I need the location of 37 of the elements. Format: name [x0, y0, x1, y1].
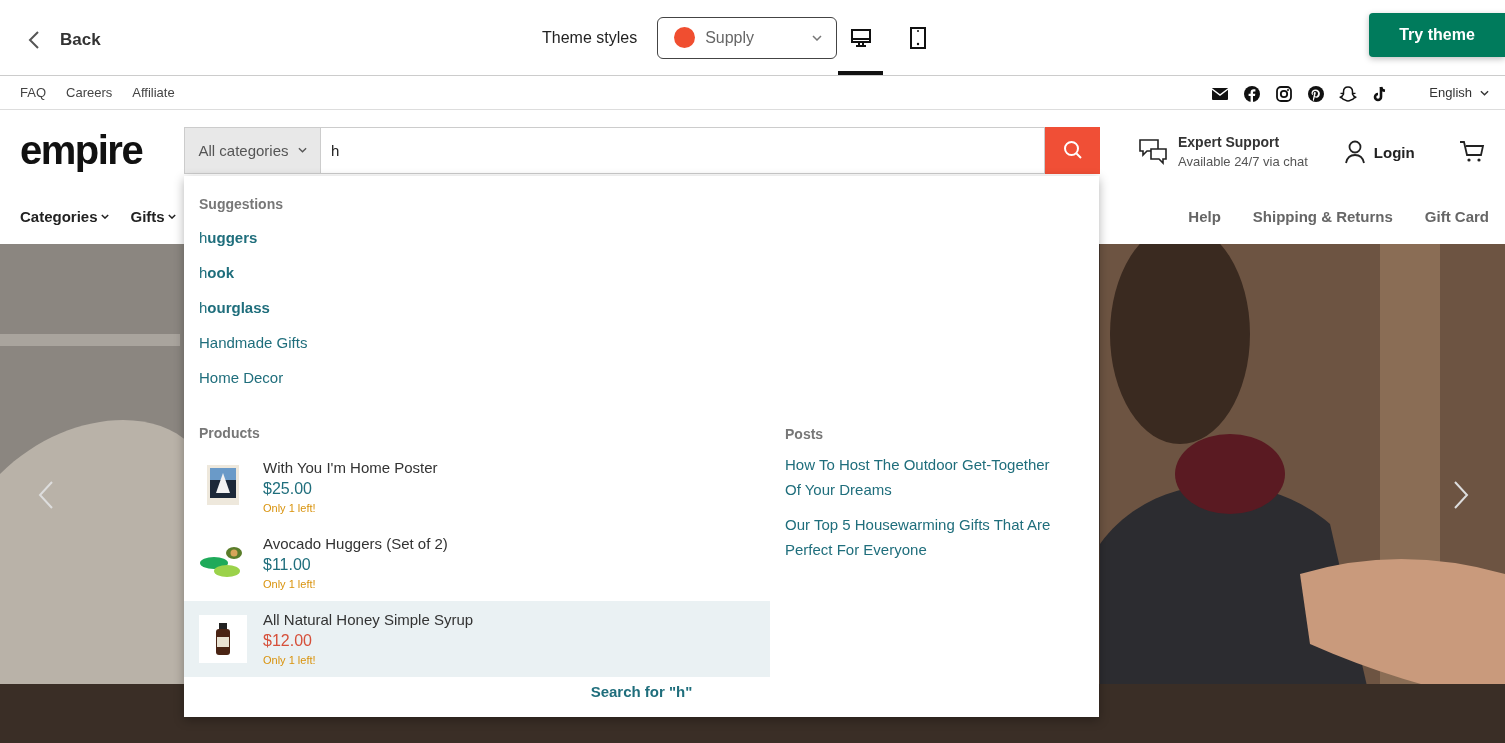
- theme-select[interactable]: Supply: [657, 16, 838, 59]
- nav-menu[interactable]: Categories: [20, 207, 109, 225]
- chat-bubbles-icon: [1138, 137, 1168, 167]
- facebook-icon[interactable]: [1243, 84, 1262, 103]
- caret-icon: [167, 213, 176, 219]
- desktop-icon: [850, 28, 871, 48]
- support-title: Expert Support: [1178, 133, 1281, 152]
- pinterest-icon[interactable]: [1307, 84, 1326, 103]
- login-link[interactable]: Login: [1343, 140, 1415, 164]
- try-theme-button[interactable]: Try theme: [1369, 13, 1505, 57]
- nav-link[interactable]: Shipping & Returns: [1252, 207, 1393, 225]
- nav-menu[interactable]: Gifts: [130, 207, 176, 225]
- ghost-icon[interactable]: [1339, 84, 1358, 103]
- utility-link[interactable]: FAQ: [20, 85, 46, 100]
- utility-link[interactable]: Careers: [66, 85, 113, 100]
- theme-label: Theme styles: [542, 28, 638, 47]
- phone-icon: [909, 27, 926, 49]
- caret-icon: [1480, 89, 1489, 96]
- search-icon: [1062, 140, 1083, 160]
- caret-icon: [100, 213, 109, 219]
- language-select[interactable]: English: [1429, 85, 1489, 100]
- caret-icon: [812, 34, 823, 41]
- caret-icon: [297, 147, 307, 153]
- chevron-left-icon: [28, 29, 40, 50]
- back-link[interactable]: Back: [28, 29, 101, 50]
- utility-link[interactable]: Affiliate: [132, 85, 175, 100]
- user-icon: [1343, 140, 1366, 164]
- logo[interactable]: empire: [20, 127, 184, 173]
- nav-link[interactable]: Gift Card: [1424, 207, 1489, 225]
- category-select[interactable]: All categories: [184, 126, 320, 174]
- cart-icon[interactable]: [1459, 140, 1485, 164]
- instagram-icon[interactable]: [1275, 84, 1294, 103]
- nav-link[interactable]: Help: [1188, 207, 1221, 225]
- section-heading: Suggestions: [198, 196, 284, 212]
- support-subtitle: Available 24/7 via chat: [1178, 153, 1308, 171]
- search-field[interactable]: h: [320, 126, 1045, 174]
- search-button[interactable]: [1045, 126, 1100, 174]
